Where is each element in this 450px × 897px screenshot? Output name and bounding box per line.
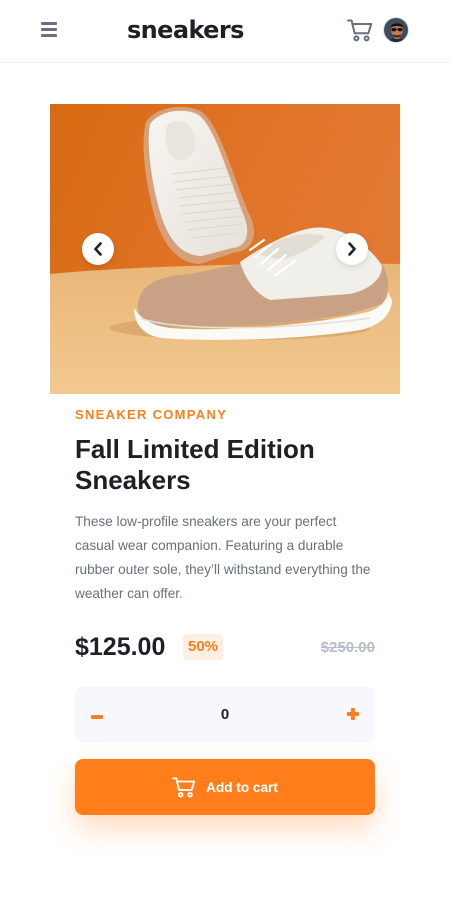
discount-badge: 50% <box>183 634 224 660</box>
product-gallery <box>50 104 400 394</box>
site-header: sneakers <box>0 0 450 63</box>
original-price: $250.00 <box>320 639 375 656</box>
company-name: SNEAKER COMPANY <box>75 407 228 422</box>
menu-icon[interactable] <box>41 22 57 37</box>
plus-icon[interactable] <box>331 687 375 743</box>
quantity-value: 0 <box>220 706 230 723</box>
chevron-right-icon <box>348 242 356 256</box>
quantity-stepper: 0 <box>75 687 375 743</box>
cart-icon <box>172 776 196 798</box>
avatar[interactable] <box>383 17 409 43</box>
minus-icon[interactable] <box>75 687 119 743</box>
cart-icon[interactable] <box>347 18 373 42</box>
product-title: Fall Limited Edition Sneakers <box>75 434 315 495</box>
add-to-cart-button[interactable]: Add to cart <box>75 759 375 815</box>
chevron-left-icon <box>94 242 102 256</box>
add-to-cart-label: Add to cart <box>206 779 278 795</box>
previous-image-button[interactable] <box>82 233 114 265</box>
product-description: These low-profile sneakers are your perf… <box>75 514 371 601</box>
logo[interactable]: sneakers <box>127 14 244 46</box>
current-price: $125.00 <box>75 633 166 661</box>
next-image-button[interactable] <box>336 233 368 265</box>
